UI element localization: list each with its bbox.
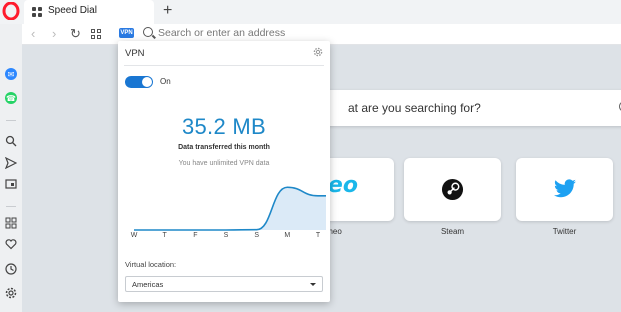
tile-label: Steam — [440, 227, 465, 236]
heart-icon[interactable] — [4, 237, 18, 251]
messenger-icon[interactable]: ✉ — [5, 68, 17, 80]
whatsapp-icon[interactable]: ☎ — [5, 92, 17, 104]
speed-dial-icon — [32, 7, 42, 17]
sidebar-divider — [6, 206, 16, 207]
usage-area — [134, 187, 326, 230]
forward-button[interactable]: › — [52, 24, 56, 44]
opera-logo-icon[interactable] — [2, 2, 20, 20]
vpn-badge-button[interactable]: VPN — [119, 28, 134, 38]
virtual-location-label: Virtual location: — [125, 260, 177, 269]
virtual-location-value: Americas — [132, 280, 164, 289]
reload-button[interactable]: ↻ — [70, 24, 81, 44]
x-tick-label: T — [162, 232, 167, 239]
data-transferred-amount: 35.2 MB — [181, 114, 267, 139]
sidebar-divider — [6, 120, 16, 121]
search-box-text: at are you searching for? — [348, 101, 481, 115]
tab-grid-button[interactable] — [91, 29, 101, 39]
vpn-toggle[interactable] — [125, 76, 153, 88]
tile-label: Twitter — [552, 227, 577, 236]
speed-dial-tile-twitter[interactable] — [516, 158, 613, 221]
gear-icon[interactable] — [313, 47, 323, 57]
back-button[interactable]: ‹ — [31, 24, 35, 44]
x-tick-label: S — [223, 232, 229, 239]
settings-icon[interactable] — [4, 286, 18, 300]
search-icon — [143, 27, 153, 37]
speed-dial-icon[interactable] — [4, 216, 18, 230]
tab-speed-dial[interactable]: Speed Dial — [24, 0, 154, 24]
speed-dial-tile-steam[interactable] — [404, 158, 501, 221]
x-tick-label: M — [284, 232, 291, 239]
x-tick-label: T — [315, 232, 321, 239]
address-bar[interactable]: Search or enter an address — [158, 27, 285, 39]
x-tick-label: S — [254, 232, 259, 239]
history-icon[interactable] — [4, 262, 18, 276]
vpn-popup-title: VPN — [125, 48, 145, 59]
x-tick-label: W — [130, 232, 138, 239]
search-icon[interactable] — [4, 134, 18, 148]
steam-icon — [441, 178, 464, 201]
chart-x-axis: WTFSSMT — [118, 232, 330, 242]
tab-title: Speed Dial — [48, 5, 97, 16]
vpn-toggle-label: On — [160, 77, 171, 86]
virtual-location-select[interactable]: Americas — [125, 276, 323, 292]
divider — [124, 65, 324, 66]
twitter-icon — [554, 179, 576, 198]
new-tab-button[interactable]: + — [163, 1, 172, 21]
tab-strip: Speed Dial + — [0, 0, 621, 24]
x-tick-label: F — [193, 232, 198, 239]
unlimited-data-note: You have unlimited VPN data — [178, 160, 270, 167]
speed-dial-search-box[interactable]: at are you searching for? — [322, 90, 621, 126]
snapshot-icon[interactable] — [4, 177, 18, 191]
sidebar: ✉ ☎ — [0, 24, 22, 312]
data-transferred-caption: Data transferred this month — [178, 144, 270, 151]
chevron-down-icon — [310, 283, 316, 286]
vpn-popup: VPN On 35.2 MB Data transferred this mon… — [118, 41, 330, 302]
toggle-knob — [142, 77, 152, 87]
send-icon[interactable] — [4, 156, 18, 170]
